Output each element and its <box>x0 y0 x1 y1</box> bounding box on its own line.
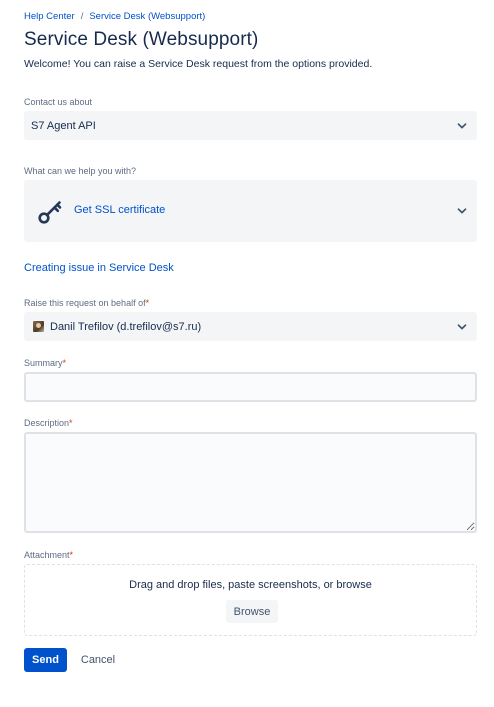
required-marker: * <box>69 550 74 560</box>
creating-issue-link[interactable]: Creating issue in Service Desk <box>24 262 174 274</box>
chevron-down-icon <box>457 122 467 128</box>
required-marker: * <box>69 418 73 428</box>
on-behalf-select[interactable]: Danil Trefilov (d.trefilov@s7.ru) <box>24 312 477 341</box>
request-type-label: What can we help you with? <box>24 166 137 176</box>
contact-select-value: S7 Agent API <box>31 119 96 132</box>
attachment-label-text: Attachment <box>24 550 70 560</box>
cancel-button[interactable]: Cancel <box>75 648 121 672</box>
required-marker: * <box>145 298 150 308</box>
key-icon <box>38 201 62 224</box>
summary-label-text: Summary <box>24 358 63 368</box>
on-behalf-value: Danil Trefilov (d.trefilov@s7.ru) <box>50 320 202 333</box>
description-textarea[interactable] <box>24 432 477 533</box>
breadcrumb: Help Center / Service Desk (Websupport) <box>24 11 205 22</box>
description-label: Description* <box>24 418 73 428</box>
welcome-text: Welcome! You can raise a Service Desk re… <box>24 58 373 70</box>
dropzone-hint: Drag and drop files, paste screenshots, … <box>129 579 372 591</box>
required-marker: * <box>62 358 67 368</box>
on-behalf-label-text: Raise this request on behalf of <box>24 298 146 308</box>
summary-input[interactable] <box>24 372 477 402</box>
contact-select[interactable]: S7 Agent API <box>24 111 477 140</box>
browse-button[interactable]: Browse <box>226 600 278 623</box>
request-type-value: Get SSL certificate <box>74 204 166 216</box>
breadcrumb-separator: / <box>80 11 84 22</box>
attachment-dropzone[interactable]: Drag and drop files, paste screenshots, … <box>24 564 477 636</box>
chevron-down-icon <box>457 323 467 329</box>
on-behalf-label: Raise this request on behalf of* <box>24 298 149 308</box>
breadcrumb-help-center[interactable]: Help Center <box>24 11 75 22</box>
summary-label: Summary* <box>24 358 66 368</box>
attachment-label: Attachment* <box>24 550 73 560</box>
description-label-text: Description <box>24 418 70 428</box>
avatar <box>33 321 44 332</box>
request-form-page: Help Center / Service Desk (Websupport) … <box>0 0 494 707</box>
request-type-select[interactable]: Get SSL certificate <box>24 180 477 242</box>
chevron-down-icon <box>457 208 467 214</box>
send-button[interactable]: Send <box>24 648 67 672</box>
contact-label: Contact us about <box>24 97 93 107</box>
breadcrumb-service-desk[interactable]: Service Desk (Websupport) <box>89 11 205 22</box>
page-title: Service Desk (Websupport) <box>24 29 259 50</box>
